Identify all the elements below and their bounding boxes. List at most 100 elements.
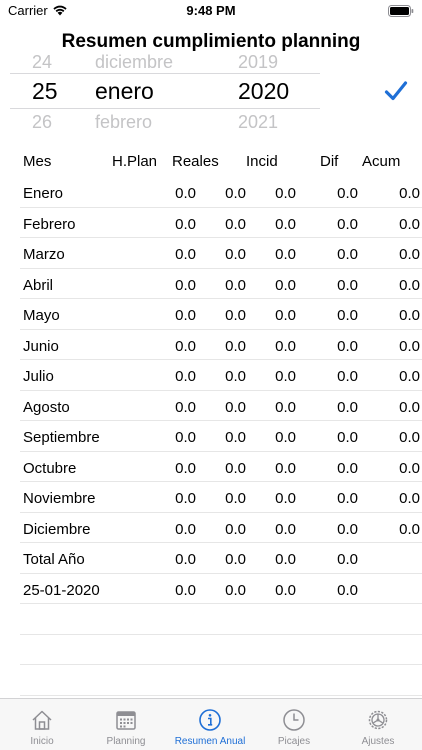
tab-planning[interactable]: Planning (84, 699, 168, 750)
row-value-reales: 0.0 (225, 459, 246, 477)
row-value-acum: 0.0 (399, 276, 420, 294)
picker-year-selected[interactable]: 2020 (238, 78, 289, 105)
table-row: 25-01-2020 0.0 0.0 0.0 0.0 (20, 574, 422, 604)
row-value-hplan: 0.0 (175, 490, 196, 507)
column-header-reales: Reales (172, 153, 219, 170)
row-value-incid: 0.0 (275, 368, 296, 385)
row-value-incid: 0.0 (275, 276, 296, 294)
row-value-acum: 0.0 (399, 307, 420, 324)
table-row: Abril 0.0 0.0 0.0 0.0 0.0 (20, 269, 422, 299)
row-value-incid: 0.0 (275, 246, 296, 263)
table-row: Febrero 0.0 0.0 0.0 0.0 0.0 (20, 208, 422, 238)
picker-day-next[interactable]: 26 (32, 112, 52, 133)
tab-picajes[interactable]: Picajes (252, 699, 336, 750)
tab-label-resumen-anual: Resumen Anual (174, 736, 246, 747)
tab-ajustes[interactable]: Ajustes (336, 699, 420, 750)
row-label: Febrero (23, 215, 76, 233)
table-row: Mayo 0.0 0.0 0.0 0.0 0.0 (20, 299, 422, 330)
row-value-reales: 0.0 (225, 185, 246, 202)
row-label: Enero (23, 185, 64, 202)
row-value-reales: 0.0 (225, 246, 246, 263)
confirm-checkmark-icon[interactable] (384, 80, 408, 102)
table-row: Marzo 0.0 0.0 0.0 0.0 0.0 (20, 238, 422, 269)
tab-inicio[interactable]: Inicio (0, 699, 84, 750)
row-value-acum: 0.0 (399, 215, 420, 233)
row-value-incid: 0.0 (275, 337, 296, 355)
tab-label-inicio: Inicio (30, 736, 54, 747)
row-value-hplan: 0.0 (175, 551, 196, 568)
row-value-hplan: 0.0 (175, 520, 196, 538)
row-value-reales: 0.0 (225, 520, 246, 538)
column-header-acum: Acum (362, 153, 401, 170)
table-body: Enero 0.0 0.0 0.0 0.0 0.0 Febrero 0.0 0.0 0.0 0.0 0… (0, 177, 422, 696)
row-value-reales: 0.0 (225, 368, 246, 385)
tab-label-picajes: Picajes (277, 736, 311, 747)
status-time: 9:48 PM (186, 3, 236, 18)
table-row: Octubre 0.0 0.0 0.0 0.0 0.0 (20, 452, 422, 482)
row-value-acum: 0.0 (399, 429, 420, 446)
home-icon (32, 710, 52, 730)
row-value-acum: 0.0 (399, 185, 420, 202)
table-row: Junio 0.0 0.0 0.0 0.0 0.0 (20, 330, 422, 360)
row-value-incid: 0.0 (275, 490, 296, 507)
picker-month-previous[interactable]: diciembre (95, 52, 173, 73)
row-label: Total Año (23, 551, 85, 568)
table-row (20, 665, 422, 696)
row-value-dif: 0.0 (337, 276, 358, 294)
annual-summary-table: Mes H.Plan Reales Incid Dif Acum Enero 0.… (0, 147, 422, 696)
row-value-acum: 0.0 (399, 520, 420, 538)
gear-icon (368, 710, 388, 730)
row-value-acum: 0.0 (399, 246, 420, 263)
row-value-incid: 0.0 (275, 307, 296, 324)
picker-day-selected[interactable]: 25 (32, 78, 58, 105)
column-header-incid: Incid (246, 153, 278, 170)
picker-row-selected[interactable]: 25 enero 2020 (10, 78, 320, 106)
tab-label-ajustes: Ajustes (361, 736, 395, 747)
row-value-hplan: 0.0 (175, 459, 196, 477)
row-value-dif: 0.0 (337, 551, 358, 568)
status-bar: Carrier 9:48 PM (0, 0, 422, 22)
clock-icon (283, 709, 305, 731)
row-value-dif: 0.0 (337, 429, 358, 446)
row-value-hplan: 0.0 (175, 246, 196, 263)
row-value-dif: 0.0 (337, 368, 358, 385)
tab-resumen-anual[interactable]: Resumen Anual (168, 699, 252, 750)
column-header-mes: Mes (23, 153, 52, 170)
row-value-acum: 0.0 (399, 368, 420, 385)
row-value-dif: 0.0 (337, 337, 358, 355)
row-value-dif: 0.0 (337, 185, 358, 202)
table-header: Mes H.Plan Reales Incid Dif Acum (0, 147, 422, 177)
row-value-hplan: 0.0 (175, 368, 196, 385)
picker-month-selected[interactable]: enero (95, 78, 154, 105)
picker-day-previous[interactable]: 24 (32, 52, 52, 73)
table-row: Julio 0.0 0.0 0.0 0.0 0.0 (20, 360, 422, 391)
row-value-incid: 0.0 (275, 429, 296, 446)
row-label: Agosto (23, 398, 70, 416)
row-value-acum: 0.0 (399, 398, 420, 416)
row-label: Noviembre (23, 490, 96, 507)
row-label: 25-01-2020 (23, 581, 100, 599)
row-label: Junio (23, 337, 59, 355)
picker-month-next[interactable]: febrero (95, 112, 152, 133)
tab-bar: Inicio Planning Resumen Anual Picajes Aj… (0, 698, 422, 750)
row-label: Diciembre (23, 520, 91, 538)
row-value-dif: 0.0 (337, 581, 358, 599)
info-icon (199, 709, 221, 731)
row-value-reales: 0.0 (225, 276, 246, 294)
row-value-incid: 0.0 (275, 398, 296, 416)
picker-year-next[interactable]: 2021 (238, 112, 278, 133)
picker-year-previous[interactable]: 2019 (238, 52, 278, 73)
row-value-hplan: 0.0 (175, 185, 196, 202)
row-value-hplan: 0.0 (175, 398, 196, 416)
row-value-dif: 0.0 (337, 246, 358, 263)
row-value-incid: 0.0 (275, 215, 296, 233)
row-value-hplan: 0.0 (175, 337, 196, 355)
column-header-hplan: H.Plan (112, 153, 158, 170)
table-row: Noviembre 0.0 0.0 0.0 0.0 0.0 (20, 482, 422, 513)
row-value-incid: 0.0 (275, 520, 296, 538)
table-row: Diciembre 0.0 0.0 0.0 0.0 0.0 (20, 513, 422, 543)
row-label: Octubre (23, 459, 77, 477)
row-label: Marzo (23, 246, 65, 263)
row-value-hplan: 0.0 (175, 276, 196, 294)
row-value-reales: 0.0 (225, 398, 246, 416)
